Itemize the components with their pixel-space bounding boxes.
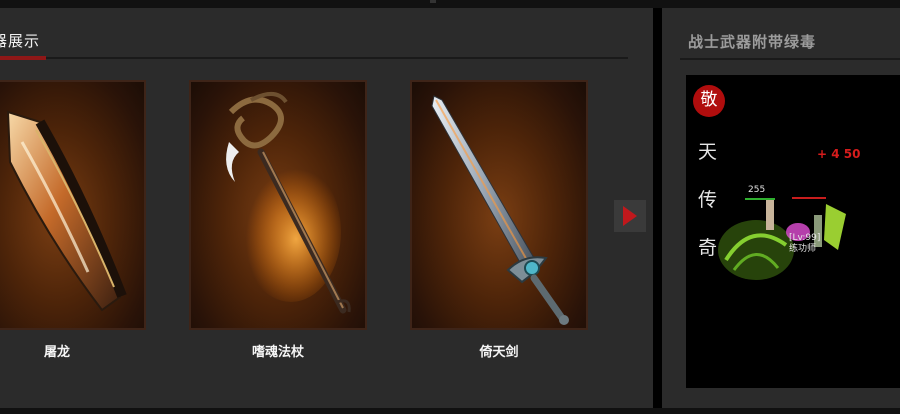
vertical-char-1: 天 [698, 141, 718, 163]
top-bar [0, 0, 900, 8]
enemy-nameplate: [Lv:99] 练功师 [789, 233, 820, 255]
next-weapon-button[interactable] [614, 200, 646, 232]
damage-number: + 4 50 [817, 147, 861, 161]
dragon-slayer-blade-icon [6, 110, 127, 312]
yitian-sword-icon [431, 95, 569, 325]
bottom-bar [0, 408, 900, 414]
video-panel-heading: 战士武器附带绿毒 [688, 33, 817, 51]
heading-accent-bar [0, 56, 46, 60]
weapon-caption-yitian-sword: 倚天剑 [479, 345, 519, 360]
seal-badge: 敬 [693, 85, 725, 117]
enemy-level: [Lv:99] [789, 233, 821, 243]
weapon-card-yitian-sword[interactable] [410, 80, 588, 330]
panel-divider [653, 8, 662, 414]
gameplay-video-thumbnail[interactable]: 敬 天 传 奇 + 4 50 255 [Lv:99] 练功师 [686, 75, 900, 388]
weapon-card-dragon-slayer[interactable] [0, 80, 146, 330]
weapon-caption-soul-eater-staff: 嗜魂法杖 [251, 345, 304, 360]
heading-rule [0, 57, 628, 59]
soul-eater-staff-icon [226, 92, 351, 314]
weapon-caption-dragon-slayer: 屠龙 [43, 345, 70, 360]
showcase-heading: 器展示 [0, 32, 41, 50]
weapon-showcase-panel: 器展示 屠龙 [0, 8, 653, 408]
weapon-card-soul-eater-staff[interactable] [189, 80, 367, 330]
video-panel: 战士武器附带绿毒 敬 天 传 奇 + 4 50 255 [Lv:99] 练功师 [662, 8, 900, 408]
enemy-name: 练功师 [789, 244, 817, 254]
right-arrow-icon [623, 206, 637, 226]
top-notch [430, 0, 436, 3]
video-heading-rule [680, 58, 900, 60]
